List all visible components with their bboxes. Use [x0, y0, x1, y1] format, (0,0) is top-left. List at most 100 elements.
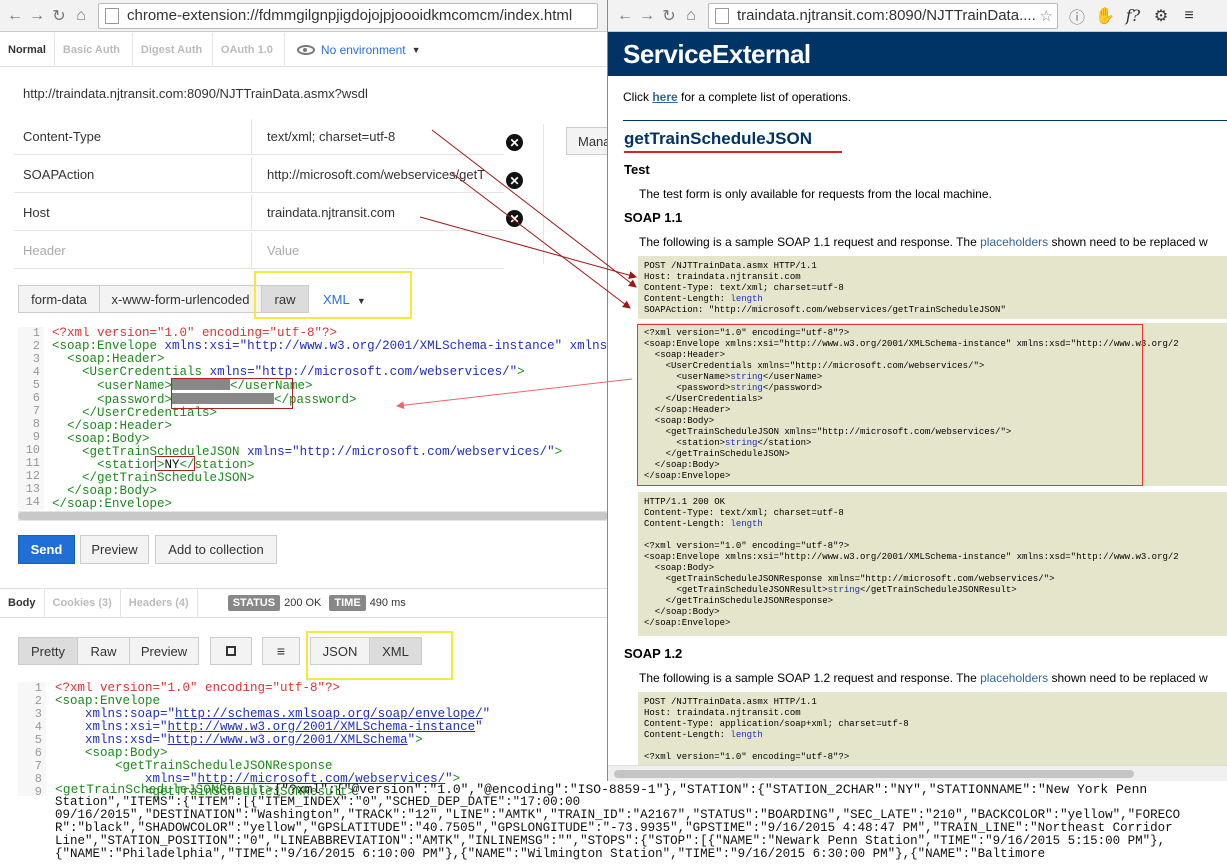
formula-icon[interactable]: f? [1122, 5, 1144, 27]
horizontal-scrollbar[interactable] [18, 511, 610, 521]
page-icon [715, 7, 729, 24]
scrollbar-thumb[interactable] [614, 770, 1134, 778]
info-icon[interactable]: ⓘ [1066, 5, 1088, 27]
test-text: The test form is only available for requ… [639, 187, 992, 201]
forward-icon[interactable]: → [636, 5, 658, 27]
response-json-lines: Station","ITEMS":{"ITEM":[{"ITEM_INDEX":… [55, 796, 1181, 861]
wrap-lines-button[interactable]: ≡ [262, 637, 300, 665]
star-icon[interactable]: ☆ [1040, 7, 1053, 25]
header-key[interactable]: SOAPAction [23, 167, 94, 182]
remove-header-icon[interactable]: ✕ [506, 134, 523, 151]
operations-link[interactable]: here [652, 90, 677, 104]
intro-line: Click here for a complete list of operat… [623, 90, 851, 104]
address-bar[interactable]: chrome-extension://fdmmgilgnpjigdojojpjo… [98, 2, 598, 29]
environment-selector[interactable]: No environment ▼ [296, 42, 421, 57]
station-highlight [155, 456, 195, 471]
status-badge: STATUS [227, 595, 281, 611]
request-body-highlight [637, 324, 1143, 486]
browser-toolbar: ← → ↻ ⌂ chrome-extension://fdmmgilgnpjig… [0, 0, 610, 32]
soap12-heading: SOAP 1.2 [624, 646, 683, 661]
tab-body[interactable]: Body [0, 588, 45, 618]
tab-digest-auth[interactable]: Digest Auth [133, 32, 213, 67]
horizontal-scrollbar[interactable] [608, 765, 1227, 781]
intro-post: for a complete list of operations. [681, 90, 852, 104]
tab-headers[interactable]: Headers (4) [121, 588, 198, 618]
caret-down-icon: ▼ [411, 44, 421, 55]
form-data-button[interactable]: form-data [18, 285, 100, 313]
request-line-numbers: 1 2 3 4 5 6 7 8 9 10 11 12 13 14 [18, 327, 44, 510]
highlight-box [306, 631, 453, 680]
time-value: 490 ms [369, 597, 406, 609]
wsdl-browser-window: ← → ↻ ⌂ traindata.njtransit.com:8090/NJT… [607, 0, 1227, 781]
operation-underline [624, 151, 842, 153]
request-url-field[interactable]: http://traindata.njtransit.com:8090/NJTT… [23, 86, 368, 101]
address-bar[interactable]: traindata.njtransit.com:8090/NJTTrainDat… [708, 2, 1058, 29]
preview-view-button[interactable]: Preview [129, 637, 199, 665]
eye-icon [296, 44, 315, 55]
wrap-icon: ≡ [276, 643, 286, 659]
header-value[interactable]: text/xml; charset=utf-8 [267, 129, 505, 144]
soap11-text-pre: The following is a sample SOAP 1.1 reque… [639, 235, 977, 249]
urlencoded-button[interactable]: x-www-form-urlencoded [99, 285, 262, 313]
rule [623, 120, 1227, 121]
header-key[interactable]: Host [23, 205, 50, 220]
tab-basic-auth[interactable]: Basic Auth [55, 32, 133, 67]
tab-cookies[interactable]: Cookies (3) [45, 588, 121, 618]
postman-window: ← → ↻ ⌂ chrome-extension://fdmmgilgnpjig… [0, 0, 610, 865]
back-icon[interactable]: ← [4, 5, 26, 27]
preview-button[interactable]: Preview [80, 535, 149, 564]
header-value-placeholder[interactable]: Value [267, 243, 505, 258]
divider [543, 124, 544, 264]
home-icon[interactable]: ⌂ [680, 5, 702, 27]
header-row: Host traindata.njtransit.com [14, 195, 504, 231]
page-icon [105, 7, 119, 24]
soap12-text: The following is a sample SOAP 1.2 reque… [639, 671, 1208, 685]
forward-icon[interactable]: → [26, 5, 48, 27]
soap11-heading: SOAP 1.1 [624, 210, 683, 225]
address-text: chrome-extension://fdmmgilgnpjigdojojpjo… [127, 7, 573, 24]
header-row-empty: Header Value [14, 233, 504, 269]
status-value: 200 OK [284, 597, 322, 609]
placeholders-link[interactable]: placeholders [980, 671, 1048, 685]
highlight-box [254, 271, 412, 319]
menu-icon[interactable]: ≡ [1178, 5, 1200, 27]
send-button[interactable]: Send [18, 535, 75, 564]
remove-header-icon[interactable]: ✕ [506, 172, 523, 189]
gear-icon[interactable]: ⚙ [1150, 5, 1172, 27]
time-badge: TIME [329, 595, 366, 611]
intro-pre: Click [623, 90, 649, 104]
request-body-editor[interactable]: <?xml version="1.0" encoding="utf-8"?> <… [52, 327, 610, 510]
service-title: ServiceExternal [608, 32, 1227, 76]
soap11-text-post: shown need to be replaced w [1051, 235, 1208, 249]
manage-presets-button[interactable]: Mana [566, 127, 610, 155]
auth-tabs: Normal Basic Auth Digest Auth OAuth 1.0 … [0, 32, 610, 67]
fullscreen-button[interactable] [210, 637, 252, 665]
soap11-request-headers: POST /NJTTrainData.asmx HTTP/1.1 Host: t… [638, 256, 1227, 319]
environment-label: No environment [320, 42, 406, 57]
header-value[interactable]: traindata.njtransit.com [267, 205, 505, 220]
header-divider [251, 233, 252, 269]
tab-oauth[interactable]: OAuth 1.0 [213, 32, 285, 67]
header-row: SOAPAction http://microsoft.com/webservi… [14, 157, 504, 193]
reload-icon[interactable]: ↻ [658, 5, 680, 27]
address-text: traindata.njtransit.com:8090/NJTTrainDat… [737, 7, 1036, 24]
extension-icon[interactable]: ✋ [1094, 5, 1116, 27]
remove-header-icon[interactable]: ✕ [506, 210, 523, 227]
header-row: Content-Type text/xml; charset=utf-8 [14, 119, 504, 155]
header-key[interactable]: Content-Type [23, 129, 101, 144]
browser-toolbar: ← → ↻ ⌂ traindata.njtransit.com:8090/NJT… [608, 0, 1227, 32]
raw-view-button[interactable]: Raw [77, 637, 130, 665]
add-to-collection-button[interactable]: Add to collection [155, 535, 277, 564]
header-divider [251, 119, 252, 155]
tab-normal[interactable]: Normal [0, 32, 55, 67]
pretty-button[interactable]: Pretty [18, 637, 78, 665]
home-icon[interactable]: ⌂ [70, 5, 92, 27]
back-icon[interactable]: ← [614, 5, 636, 27]
header-key-placeholder[interactable]: Header [23, 243, 66, 258]
placeholders-link[interactable]: placeholders [980, 235, 1048, 249]
reload-icon[interactable]: ↻ [48, 5, 70, 27]
response-tabs: Body Cookies (3) Headers (4) STATUS 200 … [0, 588, 610, 618]
response-body-viewer: <?xml version="1.0" encoding="utf-8"?> <… [55, 682, 491, 799]
scrollbar-thumb[interactable] [18, 512, 608, 520]
header-value[interactable]: http://microsoft.com/webservices/getT [267, 167, 505, 182]
